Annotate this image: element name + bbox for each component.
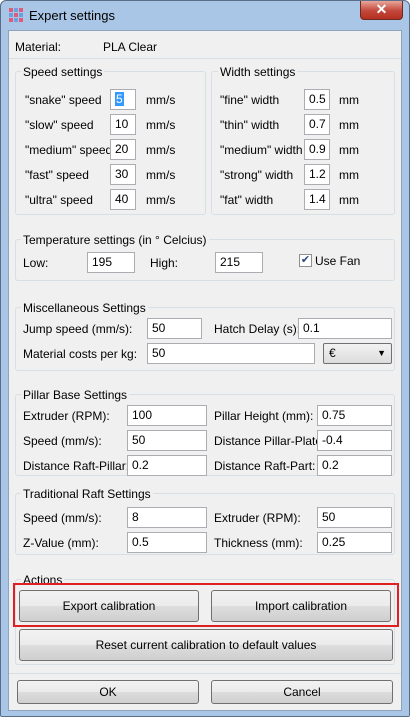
raft-speed-label: Speed (mm/s): — [23, 511, 102, 525]
footer-divider — [9, 673, 401, 674]
cancel-button[interactable]: Cancel — [211, 680, 393, 704]
reset-calibration-button[interactable]: Reset current calibration to default val… — [19, 629, 393, 661]
distance-pillar-plate-input[interactable]: -0.4 — [317, 430, 392, 451]
material-cost-input[interactable]: 50 — [147, 343, 315, 364]
fat-width-input[interactable]: 1.4 — [304, 189, 330, 210]
pillar-speed-input[interactable]: 50 — [127, 430, 207, 451]
pillar-height-input[interactable]: 0.75 — [317, 405, 392, 426]
ultra-speed-unit: mm/s — [146, 193, 176, 207]
raft-extruder-label: Extruder (RPM): — [214, 511, 301, 525]
thin-width-input[interactable]: 0.7 — [304, 114, 330, 135]
raft-z-value-input[interactable]: 0.5 — [127, 532, 207, 553]
material-label: Material: — [15, 40, 62, 54]
misc-settings-title: Miscellaneous Settings — [21, 301, 148, 315]
snake-speed-unit: mm/s — [146, 93, 176, 107]
distance-raft-part-input[interactable]: 0.2 — [317, 455, 392, 476]
medium-width-input[interactable]: 0.9 — [304, 139, 330, 160]
jump-speed-label: Jump speed (mm/s): — [23, 322, 133, 336]
raft-speed-input[interactable]: 8 — [127, 507, 207, 528]
pillar-extruder-input[interactable]: 100 — [127, 405, 207, 426]
import-calibration-button[interactable]: Import calibration — [211, 590, 391, 622]
material-value: PLA Clear — [103, 40, 158, 54]
thin-width-unit: mm — [339, 118, 359, 132]
pillar-extruder-label: Extruder (RPM): — [23, 409, 110, 423]
close-button[interactable]: ✕ — [360, 1, 403, 20]
pillar-base-title: Pillar Base Settings — [21, 388, 130, 402]
currency-select[interactable]: € ▼ — [323, 343, 392, 364]
temp-high-label: High: — [150, 256, 179, 270]
pillar-speed-label: Speed (mm/s): — [23, 434, 102, 448]
ultra-speed-input[interactable]: 40 — [110, 189, 136, 210]
pillar-height-label: Pillar Height (mm): — [214, 409, 314, 423]
divider — [9, 58, 401, 59]
raft-thickness-label: Thickness (mm): — [214, 536, 303, 550]
fast-speed-input[interactable]: 30 — [110, 164, 136, 185]
temp-high-input[interactable]: 215 — [215, 252, 263, 273]
temperature-settings-title: Temperature settings (in ° Celcius) — [21, 233, 209, 247]
fat-width-label: "fat" width — [220, 193, 274, 207]
medium-width-unit: mm — [339, 143, 359, 157]
medium-speed-label: "medium" speed — [25, 143, 113, 157]
strong-width-label: "strong" width — [220, 168, 294, 182]
title-bar[interactable]: Expert settings ✕ — [1, 1, 409, 29]
snake-speed-label: "snake" speed — [25, 93, 102, 107]
app-icon — [9, 8, 23, 22]
fat-width-unit: mm — [339, 193, 359, 207]
strong-width-unit: mm — [339, 168, 359, 182]
actions-title: Actions — [21, 573, 65, 587]
fast-speed-unit: mm/s — [146, 168, 176, 182]
hatch-delay-label: Hatch Delay (s): — [214, 322, 301, 336]
ok-button[interactable]: OK — [17, 680, 199, 704]
checkmark-icon: ✔ — [300, 254, 311, 266]
snake-speed-input[interactable]: 5 — [110, 89, 136, 110]
close-icon: ✕ — [375, 1, 388, 17]
medium-speed-input[interactable]: 20 — [110, 139, 136, 160]
raft-z-value-label: Z-Value (mm): — [23, 536, 99, 550]
raft-extruder-input[interactable]: 50 — [317, 507, 392, 528]
speed-settings-title: Speed settings — [21, 65, 105, 79]
chevron-down-icon: ▼ — [377, 348, 386, 358]
medium-width-label: "medium" width — [220, 143, 303, 157]
fast-speed-label: "fast" speed — [25, 168, 89, 182]
medium-speed-unit: mm/s — [146, 143, 176, 157]
material-cost-label: Material costs per kg: — [23, 347, 138, 361]
hatch-delay-input[interactable]: 0.1 — [298, 318, 392, 339]
jump-speed-input[interactable]: 50 — [147, 318, 202, 339]
fine-width-unit: mm — [339, 93, 359, 107]
slow-speed-unit: mm/s — [146, 118, 176, 132]
fine-width-input[interactable]: 0.5 — [304, 89, 330, 110]
slow-speed-input[interactable]: 10 — [110, 114, 136, 135]
expert-settings-window: Expert settings ✕ Material: PLA Clear Sp… — [0, 0, 410, 717]
window-title: Expert settings — [29, 8, 115, 23]
thin-width-label: "thin" width — [220, 118, 280, 132]
use-fan-label: Use Fan — [315, 254, 361, 268]
width-settings-title: Width settings — [218, 65, 298, 79]
dialog-body: Material: PLA Clear Speed settings "snak… — [8, 30, 402, 711]
distance-raft-part-label: Distance Raft-Part: — [214, 459, 316, 473]
distance-pillar-plate-label: Distance Pillar-Plate: — [214, 434, 326, 448]
use-fan-checkbox[interactable]: ✔ — [299, 254, 312, 267]
distance-raft-pillar-label: Distance Raft-Pillar: — [23, 459, 130, 473]
ultra-speed-label: "ultra" speed — [25, 193, 93, 207]
strong-width-input[interactable]: 1.2 — [304, 164, 330, 185]
currency-value: € — [329, 346, 336, 360]
distance-raft-pillar-input[interactable]: 0.2 — [127, 455, 207, 476]
temp-low-input[interactable]: 195 — [87, 252, 135, 273]
export-calibration-button[interactable]: Export calibration — [19, 590, 199, 622]
raft-thickness-input[interactable]: 0.25 — [317, 532, 392, 553]
traditional-raft-title: Traditional Raft Settings — [21, 487, 153, 501]
temp-low-label: Low: — [23, 256, 49, 270]
fine-width-label: "fine" width — [220, 93, 280, 107]
slow-speed-label: "slow" speed — [25, 118, 94, 132]
